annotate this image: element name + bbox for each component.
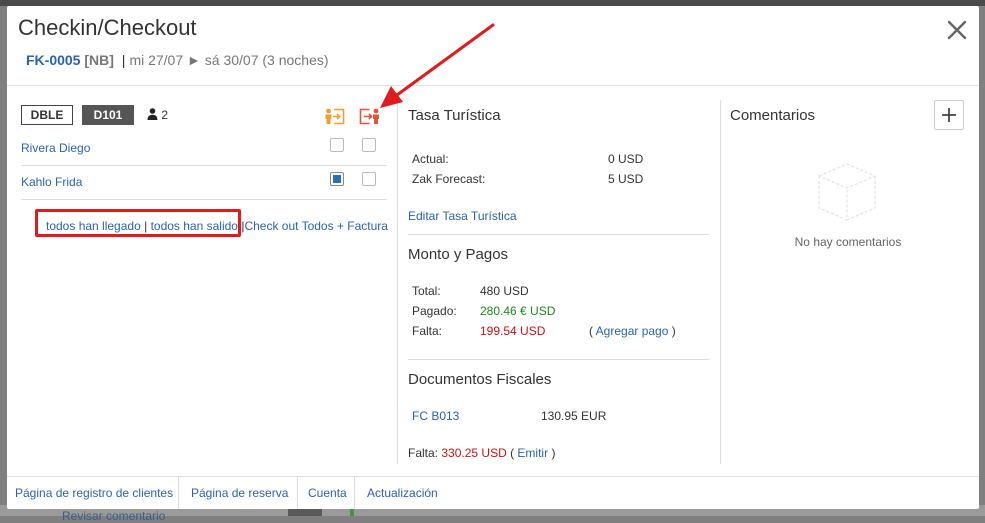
modal-header: Checkin/Checkout FK-0005 [NB] | mi 27/07 …: [7, 6, 979, 86]
due-value: 199.54 USD: [480, 324, 546, 338]
comments-title: Comentarios: [730, 107, 816, 124]
fiscal-document-link[interactable]: FC B013: [412, 409, 459, 423]
room-type-badge: DBLE: [21, 105, 73, 125]
paid-value: 280.46 € USD: [480, 304, 556, 318]
guest-count: 2: [147, 108, 168, 122]
checkin-checkbox[interactable]: [330, 172, 344, 186]
tab-update[interactable]: Actualización: [367, 477, 438, 509]
tab-separator: [297, 477, 298, 509]
paren-close: ): [671, 324, 676, 338]
column-divider: [720, 100, 721, 464]
checkin-checkout-modal: Checkin/Checkout FK-0005 [NB] | mi 27/07 …: [7, 6, 979, 509]
section-divider: [408, 234, 709, 235]
close-icon[interactable]: [945, 18, 969, 42]
booking-dates: mi 27/07 ► sá 30/07 (3 noches): [129, 52, 329, 68]
separator: |: [121, 52, 126, 68]
no-comments-text: No hay comentarios: [794, 235, 902, 249]
booking-tag: [NB]: [84, 52, 114, 68]
booking-summary: FK-0005 [NB] | mi 27/07 ► sá 30/07 (3 noc…: [26, 52, 329, 68]
empty-box-icon: [817, 163, 877, 221]
tab-separator: [178, 477, 179, 509]
paren-open: (: [589, 324, 593, 338]
tab-guest-registration[interactable]: Página de registro de clientes: [15, 477, 173, 509]
add-payment-link[interactable]: Agregar pago: [596, 324, 669, 338]
edit-tourist-tax-link[interactable]: Editar Tasa Turística: [408, 209, 517, 223]
emit-link[interactable]: Emitir: [517, 446, 548, 460]
fiscal-documents-title: Documentos Fiscales: [408, 371, 552, 388]
guest-name-link[interactable]: Kahlo Frida: [21, 175, 82, 189]
checkout-checkbox[interactable]: [362, 172, 376, 186]
paren-close: ): [551, 446, 556, 460]
guest-name-link[interactable]: Rivera Diego: [21, 141, 90, 155]
tab-separator: [354, 477, 355, 509]
add-payment-group: ( Agregar pago ): [589, 324, 676, 338]
paid-label: Pagado:: [412, 304, 457, 318]
checkout-checkbox[interactable]: [362, 138, 376, 152]
tab-account[interactable]: Cuenta: [308, 477, 347, 509]
due-label: Falta:: [412, 324, 443, 338]
tax-forecast-label: Zak Forecast:: [412, 172, 486, 186]
booking-code[interactable]: FK-0005: [26, 52, 80, 68]
guest-count-value: 2: [161, 108, 169, 122]
tax-actual-value: 0 USD: [608, 152, 644, 166]
fiscal-due-value: 330.25 USD: [441, 446, 507, 460]
tab-booking-page[interactable]: Página de reserva: [191, 477, 288, 509]
fiscal-document-amount: 130.95 EUR: [541, 409, 607, 423]
room-number-badge: D101: [82, 105, 134, 125]
tourist-tax-title: Tasa Turística: [408, 107, 501, 124]
total-value: 480 USD: [480, 284, 529, 298]
amount-payments-title: Monto y Pagos: [408, 246, 509, 263]
paren-open: (: [510, 446, 515, 460]
background-text: Revisar comentario: [62, 509, 166, 523]
fiscal-due: Falta: 330.25 USD ( Emitir ): [408, 446, 555, 460]
modal-title: Checkin/Checkout: [18, 15, 197, 40]
add-comment-button[interactable]: [934, 100, 964, 130]
checkout-all-invoice-link[interactable]: Check out Todos + Factura: [244, 219, 388, 233]
guest-row: Kahlo Frida: [21, 166, 387, 200]
person-checkin-icon: [325, 108, 345, 125]
total-label: Total:: [412, 284, 441, 298]
guest-row: Rivera Diego: [21, 132, 387, 166]
section-divider: [408, 359, 709, 360]
checkin-checkbox[interactable]: [330, 138, 344, 152]
person-icon: [147, 108, 158, 120]
modal-footer: Página de registro de clientes Página de…: [7, 476, 979, 509]
tax-forecast-value: 5 USD: [608, 172, 644, 186]
highlight-box: [35, 209, 241, 237]
fiscal-due-label: Falta:: [408, 446, 439, 460]
person-checkout-icon: [359, 108, 379, 125]
column-divider: [397, 100, 398, 464]
tax-actual-label: Actual:: [412, 152, 449, 166]
plus-icon: [942, 108, 956, 122]
